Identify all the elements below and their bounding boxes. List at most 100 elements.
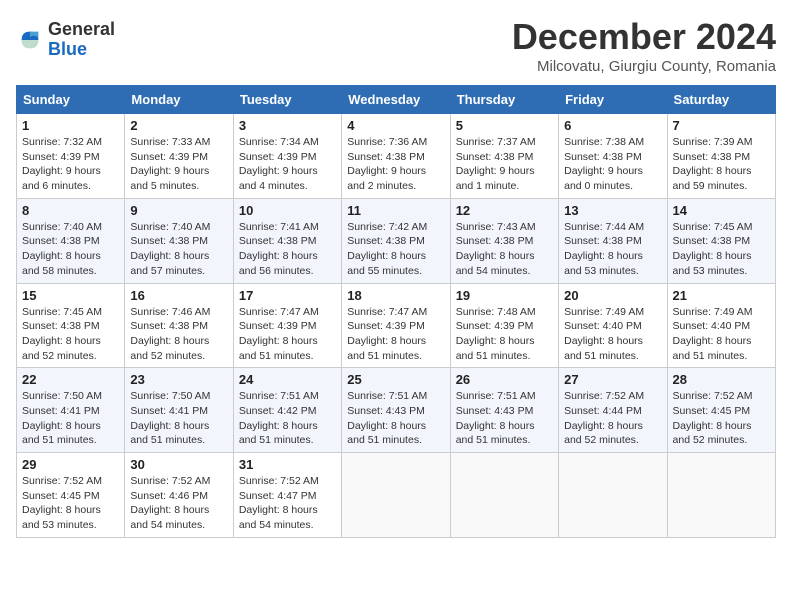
day-info: Sunrise: 7:48 AMSunset: 4:39 PMDaylight:… bbox=[456, 305, 553, 364]
calendar-row: 29 Sunrise: 7:52 AMSunset: 4:45 PMDaylig… bbox=[17, 453, 776, 538]
table-row: 13 Sunrise: 7:44 AMSunset: 4:38 PMDaylig… bbox=[559, 198, 667, 283]
table-row: 17 Sunrise: 7:47 AMSunset: 4:39 PMDaylig… bbox=[233, 283, 341, 368]
table-row: 23 Sunrise: 7:50 AMSunset: 4:41 PMDaylig… bbox=[125, 368, 233, 453]
table-row: 30 Sunrise: 7:52 AMSunset: 4:46 PMDaylig… bbox=[125, 453, 233, 538]
day-number: 22 bbox=[22, 372, 119, 387]
table-row bbox=[342, 453, 450, 538]
table-row: 27 Sunrise: 7:52 AMSunset: 4:44 PMDaylig… bbox=[559, 368, 667, 453]
day-info: Sunrise: 7:37 AMSunset: 4:38 PMDaylight:… bbox=[456, 135, 553, 194]
day-info: Sunrise: 7:50 AMSunset: 4:41 PMDaylight:… bbox=[22, 389, 119, 448]
day-info: Sunrise: 7:45 AMSunset: 4:38 PMDaylight:… bbox=[673, 220, 770, 279]
table-row: 12 Sunrise: 7:43 AMSunset: 4:38 PMDaylig… bbox=[450, 198, 558, 283]
day-number: 2 bbox=[130, 118, 227, 133]
calendar-row: 8 Sunrise: 7:40 AMSunset: 4:38 PMDayligh… bbox=[17, 198, 776, 283]
day-number: 3 bbox=[239, 118, 336, 133]
table-row: 18 Sunrise: 7:47 AMSunset: 4:39 PMDaylig… bbox=[342, 283, 450, 368]
day-info: Sunrise: 7:36 AMSunset: 4:38 PMDaylight:… bbox=[347, 135, 444, 194]
day-number: 17 bbox=[239, 288, 336, 303]
header-saturday: Saturday bbox=[667, 86, 775, 114]
logo-icon bbox=[16, 26, 44, 54]
day-info: Sunrise: 7:51 AMSunset: 4:43 PMDaylight:… bbox=[347, 389, 444, 448]
table-row: 3 Sunrise: 7:34 AMSunset: 4:39 PMDayligh… bbox=[233, 114, 341, 199]
table-row: 29 Sunrise: 7:52 AMSunset: 4:45 PMDaylig… bbox=[17, 453, 125, 538]
header-thursday: Thursday bbox=[450, 86, 558, 114]
table-row: 1 Sunrise: 7:32 AMSunset: 4:39 PMDayligh… bbox=[17, 114, 125, 199]
table-row: 14 Sunrise: 7:45 AMSunset: 4:38 PMDaylig… bbox=[667, 198, 775, 283]
table-row bbox=[450, 453, 558, 538]
day-info: Sunrise: 7:49 AMSunset: 4:40 PMDaylight:… bbox=[564, 305, 661, 364]
table-row: 21 Sunrise: 7:49 AMSunset: 4:40 PMDaylig… bbox=[667, 283, 775, 368]
day-number: 28 bbox=[673, 372, 770, 387]
day-info: Sunrise: 7:51 AMSunset: 4:43 PMDaylight:… bbox=[456, 389, 553, 448]
logo-blue-text: Blue bbox=[48, 40, 115, 60]
day-number: 8 bbox=[22, 203, 119, 218]
day-number: 27 bbox=[564, 372, 661, 387]
header-sunday: Sunday bbox=[17, 86, 125, 114]
day-number: 13 bbox=[564, 203, 661, 218]
table-row: 2 Sunrise: 7:33 AMSunset: 4:39 PMDayligh… bbox=[125, 114, 233, 199]
page-header: General Blue December 2024 Milcovatu, Gi… bbox=[16, 16, 776, 75]
day-number: 29 bbox=[22, 457, 119, 472]
table-row: 25 Sunrise: 7:51 AMSunset: 4:43 PMDaylig… bbox=[342, 368, 450, 453]
day-info: Sunrise: 7:40 AMSunset: 4:38 PMDaylight:… bbox=[22, 220, 119, 279]
calendar-row: 15 Sunrise: 7:45 AMSunset: 4:38 PMDaylig… bbox=[17, 283, 776, 368]
day-info: Sunrise: 7:40 AMSunset: 4:38 PMDaylight:… bbox=[130, 220, 227, 279]
header-monday: Monday bbox=[125, 86, 233, 114]
table-row: 22 Sunrise: 7:50 AMSunset: 4:41 PMDaylig… bbox=[17, 368, 125, 453]
day-info: Sunrise: 7:45 AMSunset: 4:38 PMDaylight:… bbox=[22, 305, 119, 364]
table-row: 26 Sunrise: 7:51 AMSunset: 4:43 PMDaylig… bbox=[450, 368, 558, 453]
day-info: Sunrise: 7:32 AMSunset: 4:39 PMDaylight:… bbox=[22, 135, 119, 194]
day-number: 19 bbox=[456, 288, 553, 303]
table-row: 4 Sunrise: 7:36 AMSunset: 4:38 PMDayligh… bbox=[342, 114, 450, 199]
day-number: 16 bbox=[130, 288, 227, 303]
day-info: Sunrise: 7:46 AMSunset: 4:38 PMDaylight:… bbox=[130, 305, 227, 364]
table-row bbox=[559, 453, 667, 538]
day-number: 14 bbox=[673, 203, 770, 218]
day-number: 5 bbox=[456, 118, 553, 133]
day-number: 12 bbox=[456, 203, 553, 218]
day-info: Sunrise: 7:47 AMSunset: 4:39 PMDaylight:… bbox=[347, 305, 444, 364]
day-number: 23 bbox=[130, 372, 227, 387]
table-row: 8 Sunrise: 7:40 AMSunset: 4:38 PMDayligh… bbox=[17, 198, 125, 283]
day-info: Sunrise: 7:52 AMSunset: 4:44 PMDaylight:… bbox=[564, 389, 661, 448]
logo-general-text: General bbox=[48, 20, 115, 40]
day-info: Sunrise: 7:50 AMSunset: 4:41 PMDaylight:… bbox=[130, 389, 227, 448]
table-row: 19 Sunrise: 7:48 AMSunset: 4:39 PMDaylig… bbox=[450, 283, 558, 368]
table-row: 10 Sunrise: 7:41 AMSunset: 4:38 PMDaylig… bbox=[233, 198, 341, 283]
day-number: 1 bbox=[22, 118, 119, 133]
month-title: December 2024 bbox=[512, 16, 776, 58]
day-info: Sunrise: 7:39 AMSunset: 4:38 PMDaylight:… bbox=[673, 135, 770, 194]
calendar-row: 22 Sunrise: 7:50 AMSunset: 4:41 PMDaylig… bbox=[17, 368, 776, 453]
title-section: December 2024 Milcovatu, Giurgiu County,… bbox=[512, 16, 776, 75]
day-info: Sunrise: 7:43 AMSunset: 4:38 PMDaylight:… bbox=[456, 220, 553, 279]
table-row: 31 Sunrise: 7:52 AMSunset: 4:47 PMDaylig… bbox=[233, 453, 341, 538]
day-number: 20 bbox=[564, 288, 661, 303]
header-friday: Friday bbox=[559, 86, 667, 114]
table-row: 16 Sunrise: 7:46 AMSunset: 4:38 PMDaylig… bbox=[125, 283, 233, 368]
table-row: 11 Sunrise: 7:42 AMSunset: 4:38 PMDaylig… bbox=[342, 198, 450, 283]
day-number: 25 bbox=[347, 372, 444, 387]
day-info: Sunrise: 7:42 AMSunset: 4:38 PMDaylight:… bbox=[347, 220, 444, 279]
calendar-row: 1 Sunrise: 7:32 AMSunset: 4:39 PMDayligh… bbox=[17, 114, 776, 199]
table-row: 20 Sunrise: 7:49 AMSunset: 4:40 PMDaylig… bbox=[559, 283, 667, 368]
day-number: 24 bbox=[239, 372, 336, 387]
table-row: 7 Sunrise: 7:39 AMSunset: 4:38 PMDayligh… bbox=[667, 114, 775, 199]
table-row bbox=[667, 453, 775, 538]
day-info: Sunrise: 7:51 AMSunset: 4:42 PMDaylight:… bbox=[239, 389, 336, 448]
day-number: 9 bbox=[130, 203, 227, 218]
location-subtitle: Milcovatu, Giurgiu County, Romania bbox=[512, 58, 776, 75]
day-number: 26 bbox=[456, 372, 553, 387]
day-info: Sunrise: 7:52 AMSunset: 4:45 PMDaylight:… bbox=[673, 389, 770, 448]
table-row: 5 Sunrise: 7:37 AMSunset: 4:38 PMDayligh… bbox=[450, 114, 558, 199]
day-info: Sunrise: 7:44 AMSunset: 4:38 PMDaylight:… bbox=[564, 220, 661, 279]
calendar-table: Sunday Monday Tuesday Wednesday Thursday… bbox=[16, 85, 776, 538]
table-row: 28 Sunrise: 7:52 AMSunset: 4:45 PMDaylig… bbox=[667, 368, 775, 453]
day-number: 15 bbox=[22, 288, 119, 303]
logo: General Blue bbox=[16, 20, 115, 60]
day-number: 4 bbox=[347, 118, 444, 133]
day-info: Sunrise: 7:33 AMSunset: 4:39 PMDaylight:… bbox=[130, 135, 227, 194]
day-info: Sunrise: 7:34 AMSunset: 4:39 PMDaylight:… bbox=[239, 135, 336, 194]
day-info: Sunrise: 7:41 AMSunset: 4:38 PMDaylight:… bbox=[239, 220, 336, 279]
day-number: 30 bbox=[130, 457, 227, 472]
day-number: 11 bbox=[347, 203, 444, 218]
